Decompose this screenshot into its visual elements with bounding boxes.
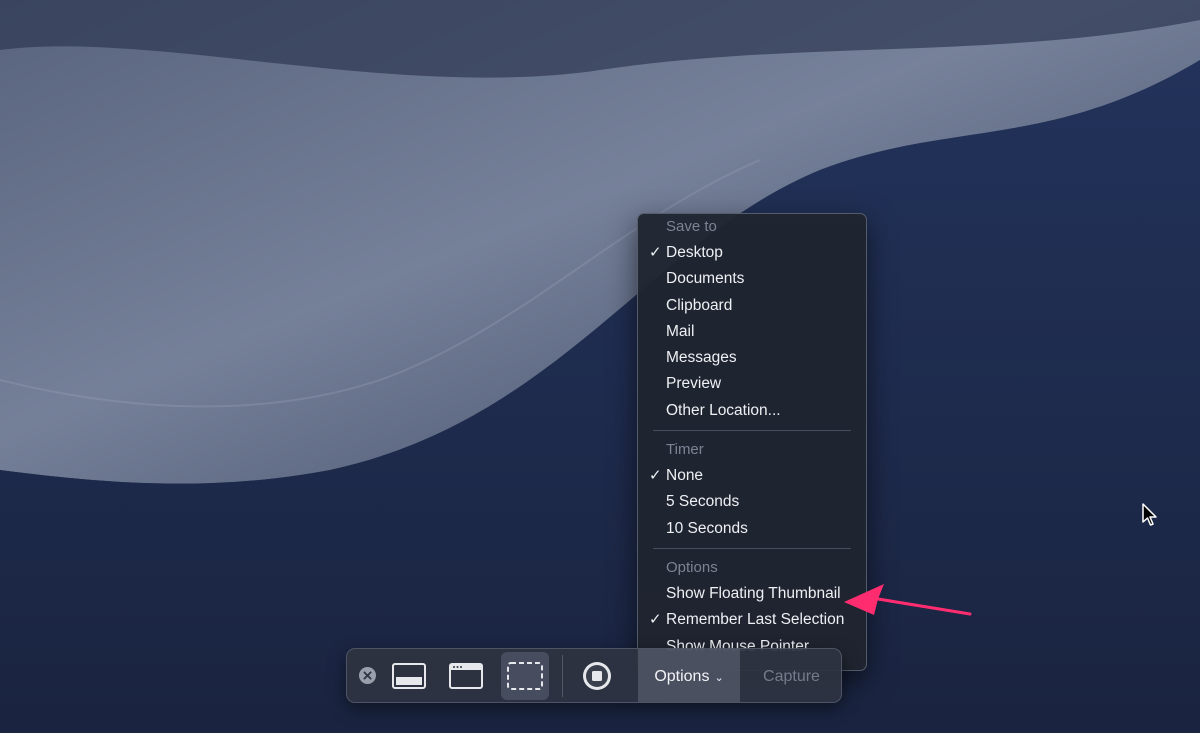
options-header: Options <box>666 558 718 576</box>
timer-header: Timer <box>666 441 704 459</box>
desktop-wallpaper <box>0 0 1200 733</box>
options-button[interactable]: Options ⌄ <box>638 649 740 702</box>
record-screen-icon <box>583 662 611 690</box>
save-to-header: Save to <box>666 218 717 235</box>
close-toolbar-button[interactable] <box>359 667 376 684</box>
selection-icon <box>507 662 543 690</box>
options-label: Options <box>654 667 710 685</box>
menu-item-messages[interactable]: Messages <box>638 345 866 371</box>
capture-entire-screen-button[interactable] <box>389 661 429 691</box>
save-to-section: Save to ✓ Desktop Documents Clipboard Ma… <box>638 214 866 424</box>
menu-item-preview[interactable]: Preview <box>638 371 866 397</box>
entire-screen-icon <box>392 663 426 689</box>
menu-item-label: Messages <box>666 349 737 367</box>
menu-item-label: Preview <box>666 375 722 393</box>
menu-item-5-seconds[interactable]: 5 Seconds <box>638 489 866 515</box>
chevron-down-icon: ⌄ <box>714 672 724 684</box>
screenshot-toolbar: Options ⌄ Capture <box>346 648 842 703</box>
checkmark-icon: ✓ <box>649 244 662 261</box>
menu-item-label: Remember Last Selection <box>666 611 845 629</box>
capture-label: Capture <box>763 667 820 685</box>
menu-item-show-floating-thumbnail[interactable]: Show Floating Thumbnail <box>638 581 866 607</box>
record-screen-button[interactable] <box>581 660 613 692</box>
menu-item-label: Show Floating Thumbnail <box>666 584 841 602</box>
menu-item-label: Mail <box>666 322 695 340</box>
menu-item-label: 10 Seconds <box>666 519 748 537</box>
close-icon <box>363 671 372 680</box>
menu-item-label: Other Location... <box>666 401 781 419</box>
checkmark-icon: ✓ <box>649 611 662 629</box>
capture-window-button[interactable] <box>446 661 486 691</box>
menu-item-label: None <box>666 467 704 485</box>
options-section: Options Show Floating Thumbnail ✓ Rememb… <box>638 555 866 660</box>
menu-item-clipboard[interactable]: Clipboard <box>638 293 866 319</box>
checkmark-icon: ✓ <box>649 467 662 485</box>
menu-separator <box>653 547 851 549</box>
capture-button[interactable]: Capture <box>740 649 841 702</box>
options-menu: Save to ✓ Desktop Documents Clipboard Ma… <box>637 213 867 671</box>
mouse-cursor-icon <box>1142 503 1157 526</box>
menu-item-mail[interactable]: Mail <box>638 319 866 345</box>
annotation-arrow-icon <box>844 584 972 616</box>
menu-item-10-seconds[interactable]: 10 Seconds <box>638 516 866 542</box>
menu-item-none[interactable]: ✓ None <box>638 463 866 489</box>
menu-item-other-location[interactable]: Other Location... <box>638 398 866 424</box>
menu-item-label: Desktop <box>666 244 723 261</box>
menu-item-label: 5 Seconds <box>666 493 740 511</box>
menu-item-label: Documents <box>666 270 745 288</box>
menu-item-remember-last-selection[interactable]: ✓ Remember Last Selection <box>638 607 866 633</box>
menu-separator <box>653 430 851 432</box>
menu-item-desktop[interactable]: ✓ Desktop <box>638 240 866 266</box>
window-icon <box>449 663 483 689</box>
menu-item-documents[interactable]: Documents <box>638 266 866 292</box>
menu-item-label: Clipboard <box>666 296 733 314</box>
timer-section: Timer ✓ None 5 Seconds 10 Seconds <box>638 437 866 542</box>
toolbar-divider <box>562 655 563 697</box>
capture-selection-button[interactable] <box>501 652 549 700</box>
